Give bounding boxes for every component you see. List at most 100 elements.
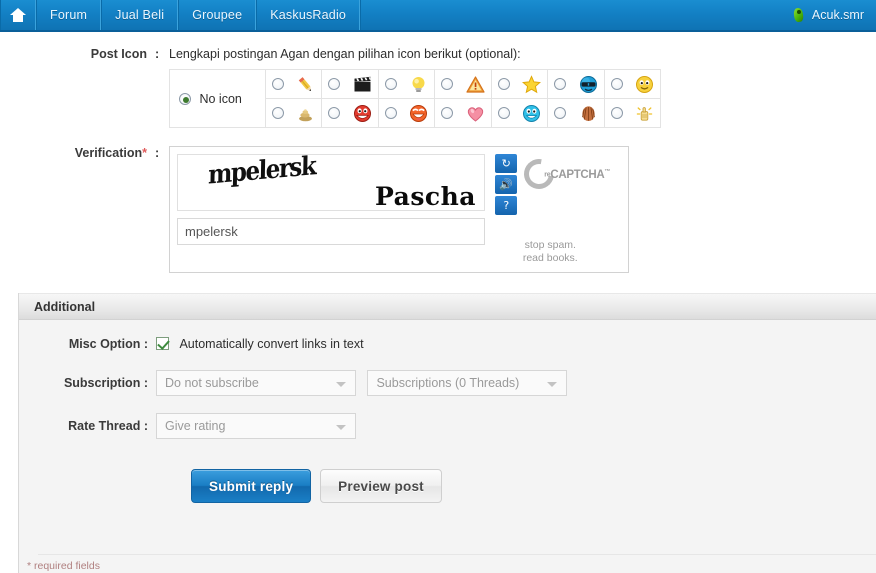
verification-row: Verification* : mpelersk Pascha ↻ 🔊	[0, 128, 876, 273]
post-icon-radio[interactable]	[272, 107, 284, 119]
post-icon-option-pencil[interactable]	[264, 69, 323, 99]
misc-option-colon: :	[143, 337, 148, 351]
rate-thread-select[interactable]: Give rating	[156, 413, 356, 439]
nav-item-label: Jual Beli	[115, 8, 165, 22]
cool-sunglasses-icon	[579, 75, 598, 94]
recaptcha-audio-button[interactable]: 🔊	[495, 175, 518, 194]
additional-panel: Additional Misc Option : Automatically c…	[18, 293, 876, 573]
post-icon-option-shell[interactable]	[547, 98, 605, 128]
post-icon-option-lightbulb[interactable]	[377, 69, 436, 99]
recaptcha-refresh-button[interactable]: ↻	[495, 154, 518, 173]
post-icon-radio[interactable]	[328, 107, 341, 119]
post-icon-radio[interactable]	[384, 78, 397, 90]
post-icon-radio[interactable]	[441, 78, 454, 90]
post-icon-row: Post Icon : Lengkapi postingan Agan deng…	[0, 32, 876, 128]
post-icon-radio[interactable]	[554, 78, 567, 90]
verification-label-text: Verification	[74, 146, 143, 160]
nav-item-jual-beli[interactable]: Jual Beli	[101, 0, 179, 30]
smiley-yellow-icon	[635, 75, 654, 94]
user-menu[interactable]: Acuk.smr	[786, 0, 876, 30]
captcha-left: mpelersk Pascha	[177, 154, 486, 265]
post-icon-radio[interactable]	[497, 107, 510, 119]
post-icon-option-poop[interactable]	[264, 98, 323, 128]
captcha-input[interactable]	[177, 218, 485, 245]
tagline-line-1: stop spam.	[524, 239, 576, 251]
misc-option-label-text: Misc Option	[68, 337, 141, 351]
poop-icon	[296, 104, 315, 123]
post-icon-label: Post Icon	[90, 47, 147, 61]
recaptcha-buttons: ↻ 🔊 ?	[495, 154, 518, 215]
rate-thread-value: Give rating	[165, 419, 226, 433]
verification-label: Verification*	[0, 146, 155, 160]
form-actions: Submit reply Preview post	[19, 456, 876, 503]
nav-spacer	[360, 0, 786, 30]
top-navigation-bar: Forum Jual Beli Groupee KaskusRadio Acuk…	[0, 0, 876, 32]
chevron-down-icon	[547, 382, 558, 387]
captcha-word-1: mpelersk	[207, 154, 316, 191]
star-icon	[522, 74, 542, 94]
preview-post-button[interactable]: Preview post	[320, 469, 442, 503]
nav-item-label: Forum	[50, 8, 88, 22]
username-label: Acuk.smr	[811, 8, 864, 22]
post-icon-option-clapperboard[interactable]	[321, 69, 379, 99]
post-icon-colon: :	[155, 47, 160, 61]
post-icon-radio[interactable]	[441, 107, 454, 119]
nav-item-groupee[interactable]: Groupee	[178, 0, 257, 30]
post-icon-option-smiley-yellow[interactable]	[603, 69, 662, 99]
required-fields-note: * required fields	[27, 560, 100, 572]
captcha-word-2: Pascha	[375, 182, 476, 211]
subscription-folder-select[interactable]: Subscriptions (0 Threads)	[367, 370, 568, 396]
post-icon-option-heart[interactable]	[434, 98, 492, 128]
no-icon-radio[interactable]	[179, 92, 191, 105]
post-icon-radio[interactable]	[610, 107, 623, 119]
rate-thread-row: Rate Thread : Give rating	[19, 413, 876, 439]
required-asterisk: *	[142, 146, 147, 160]
no-icon-cell[interactable]: No icon	[169, 69, 266, 128]
captcha-container: mpelersk Pascha ↻ 🔊 ? reCA	[169, 146, 629, 273]
post-icon-radio[interactable]	[497, 78, 510, 90]
convert-links-checkbox[interactable]	[156, 337, 169, 351]
post-icon-radio[interactable]	[610, 78, 623, 90]
post-icon-radio[interactable]	[384, 107, 397, 119]
lightbulb-icon	[409, 75, 428, 94]
post-icon-option-blue-smiley[interactable]	[490, 98, 549, 128]
blue-smiley-icon	[522, 104, 541, 123]
rate-thread-label-text: Rate Thread	[68, 419, 141, 433]
misc-option-label: Misc Option :	[19, 337, 156, 351]
recaptcha-help-button[interactable]: ?	[495, 196, 518, 215]
post-icon-option-warning[interactable]	[434, 69, 492, 99]
post-icon-option-red-grin[interactable]	[321, 98, 379, 128]
clapperboard-icon	[353, 75, 372, 94]
subscription-mode-select[interactable]: Do not subscribe	[156, 370, 356, 396]
nav-item-forum[interactable]: Forum	[36, 0, 102, 30]
recaptcha-tagline: stop spam. read books.	[495, 239, 605, 265]
post-icon-radio[interactable]	[554, 107, 567, 119]
table-row: No icon	[169, 69, 662, 128]
recaptcha-tm: ™	[604, 169, 611, 176]
post-icon-table: No icon	[169, 69, 662, 128]
red-grin-icon	[353, 104, 372, 123]
submit-reply-button[interactable]: Submit reply	[191, 469, 312, 503]
post-icon-radio[interactable]	[272, 78, 284, 90]
nav-item-kaskusradio[interactable]: KaskusRadio	[256, 0, 361, 30]
post-icon-option-star[interactable]	[490, 69, 549, 99]
laughing-icon	[409, 104, 428, 123]
recaptcha-wordmark: reCAPTCHA™	[544, 169, 610, 181]
home-icon	[10, 8, 26, 22]
no-icon-label: No icon	[199, 91, 242, 106]
verification-colon: :	[155, 146, 160, 160]
post-icon-option-laughing[interactable]	[377, 98, 436, 128]
subscription-mode-value: Do not subscribe	[165, 376, 259, 390]
misc-option-field: Automatically convert links in text	[156, 335, 364, 353]
post-icon-option-thumbs-up[interactable]	[603, 98, 662, 128]
subscription-label-text: Subscription	[63, 376, 141, 390]
subscription-label: Subscription :	[19, 376, 156, 390]
additional-panel-body: Misc Option : Automatically convert link…	[19, 320, 876, 503]
post-icon-option-cool-sunglasses[interactable]	[547, 69, 605, 99]
post-icon-hint: Lengkapi postingan Agan dengan pilihan i…	[169, 47, 521, 61]
recaptcha-brand: CAPTCHA	[550, 169, 605, 181]
convert-links-label: Automatically convert links in text	[179, 336, 364, 351]
nav-home-button[interactable]	[0, 0, 36, 30]
captcha-image: mpelersk Pascha	[177, 154, 485, 211]
post-icon-radio[interactable]	[328, 78, 341, 90]
